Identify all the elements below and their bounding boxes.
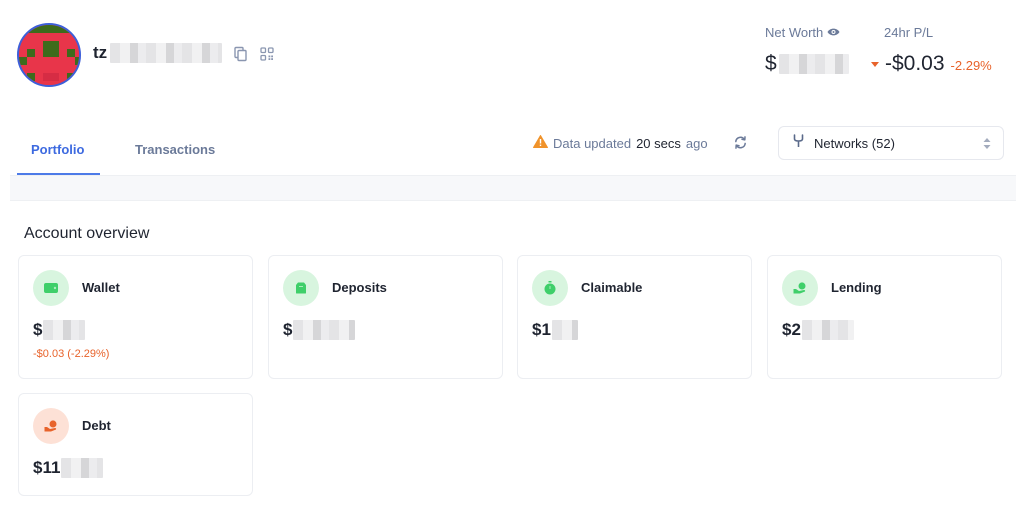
card-value: $2 <box>782 320 854 340</box>
caret-down-icon <box>871 61 879 67</box>
card-title: Deposits <box>332 280 387 295</box>
debt-icon <box>33 408 69 444</box>
wallet-icon <box>33 270 69 306</box>
copy-icon[interactable] <box>232 45 250 63</box>
data-updated-status: Data updated 20 secs ago <box>533 135 708 151</box>
updated-suffix: ago <box>685 135 708 151</box>
updated-prefix: Data updated <box>553 135 632 151</box>
filter-strip <box>10 175 1016 201</box>
pl-amount: -$0.03 <box>885 52 945 75</box>
wallet-address: tz <box>93 43 223 63</box>
sort-arrows-icon <box>983 137 991 155</box>
address-prefix: tz <box>93 43 108 62</box>
deposit-icon <box>283 270 319 306</box>
value-redacted <box>801 320 854 340</box>
value-redacted <box>43 320 86 340</box>
net-worth-label-text: Net Worth <box>765 25 824 40</box>
card-value: $ <box>33 320 86 340</box>
value-redacted <box>293 320 356 340</box>
card-value-prefix: $2 <box>782 320 801 339</box>
card-claimable[interactable]: Claimable $1 <box>517 255 752 379</box>
qr-code-icon[interactable] <box>258 45 276 63</box>
card-title: Wallet <box>82 280 120 295</box>
card-lending[interactable]: Lending $2 <box>767 255 1002 379</box>
card-value: $ <box>283 320 356 340</box>
value-redacted <box>551 320 578 340</box>
card-debt[interactable]: Debt $11 <box>18 393 253 496</box>
account-overview-title: Account overview <box>24 225 150 242</box>
refresh-icon[interactable] <box>733 135 748 155</box>
card-value-prefix: $ <box>33 320 43 339</box>
tab-portfolio[interactable]: Portfolio <box>31 142 84 157</box>
net-worth-currency: $ <box>765 52 777 75</box>
timer-icon <box>532 270 568 306</box>
network-fork-icon <box>793 134 804 152</box>
tab-transactions[interactable]: Transactions <box>135 142 215 157</box>
card-delta: -$0.03 (-2.29%) <box>33 348 110 360</box>
pl-percent: -2.29% <box>950 58 992 73</box>
value-redacted <box>61 458 104 478</box>
card-value: $1 <box>532 320 578 340</box>
card-title: Debt <box>82 418 111 433</box>
net-worth-value: $ <box>765 52 849 76</box>
networks-label: Networks (52) <box>814 135 895 151</box>
card-title: Claimable <box>581 280 643 295</box>
card-value: $11 <box>33 458 104 478</box>
card-value-prefix: $ <box>283 320 293 339</box>
updated-time: 20 secs <box>636 135 681 151</box>
pl-label: 24hr P/L <box>884 25 934 40</box>
avatar <box>17 23 81 87</box>
card-value-prefix: $1 <box>532 320 551 339</box>
card-wallet[interactable]: Wallet $ -$0.03 (-2.29%) <box>18 255 253 379</box>
card-value-prefix: $11 <box>33 458 61 477</box>
card-title: Lending <box>831 280 882 295</box>
net-worth-label: Net Worth <box>765 25 840 40</box>
eye-icon[interactable] <box>827 25 840 40</box>
net-worth-redacted <box>778 54 849 74</box>
lending-icon <box>782 270 818 306</box>
card-deposits[interactable]: Deposits $ <box>268 255 503 379</box>
pl-value: -$0.03 -2.29% <box>871 52 992 76</box>
networks-select[interactable]: Networks (52) <box>778 126 1004 160</box>
warning-icon <box>533 135 548 151</box>
address-redacted <box>110 43 223 63</box>
